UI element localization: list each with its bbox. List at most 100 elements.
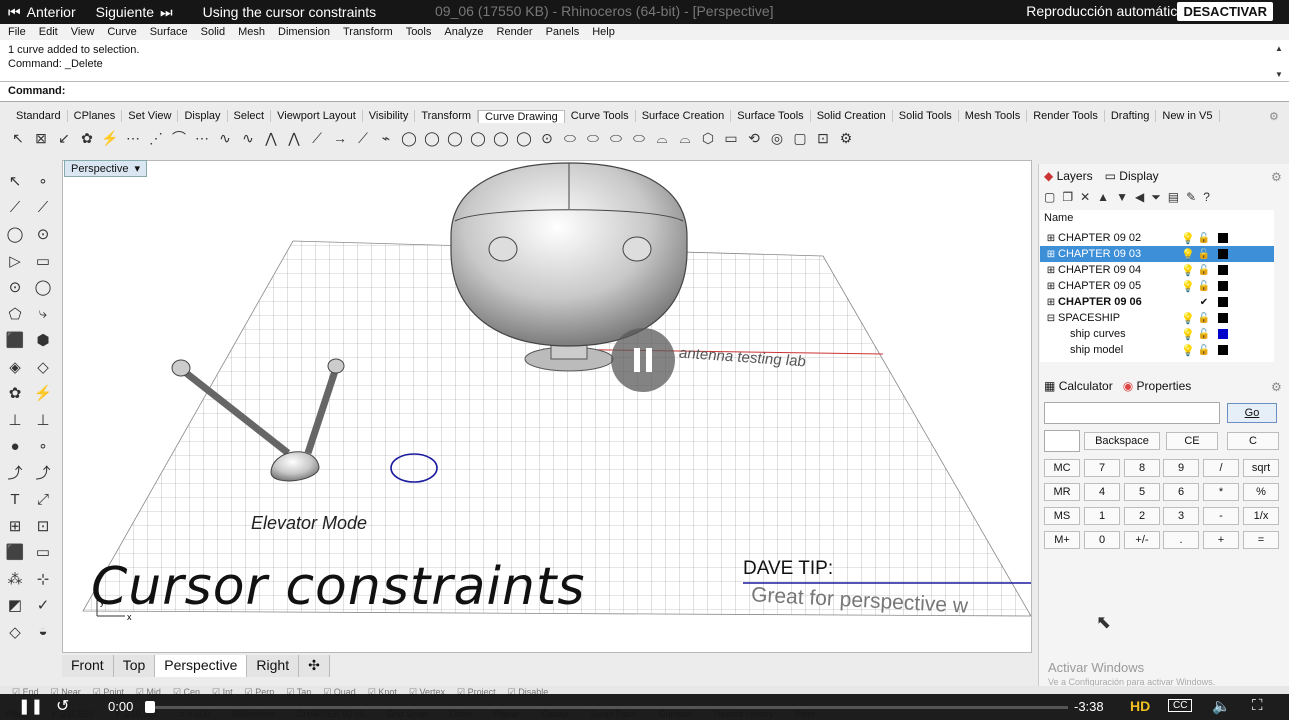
curve-tool-icon-32[interactable]: ⟲ (744, 128, 764, 148)
curve-tool-icon-31[interactable]: ▭ (721, 128, 741, 148)
tab-surface-tools[interactable]: Surface Tools (731, 110, 811, 122)
calc-key-9[interactable]: 9 (1163, 459, 1199, 477)
left-tool-icon-3[interactable]: ⟋ (33, 198, 53, 218)
menu-item-transform[interactable]: Transform (343, 26, 393, 38)
lock-icon[interactable]: 🔓 (1196, 281, 1212, 292)
curve-tool-icon-35[interactable]: ⊡ (813, 128, 833, 148)
calc-key-6[interactable]: 6 (1163, 483, 1199, 501)
left-tool-icon-17[interactable]: ⚡ (33, 383, 53, 403)
curve-tool-icon-24[interactable]: ⬭ (560, 128, 580, 148)
move-down-icon[interactable]: ▼ (1116, 190, 1128, 204)
curve-tool-icon-30[interactable]: ⬡ (698, 128, 718, 148)
expand-icon[interactable]: ⊞ (1044, 233, 1058, 244)
tab-solid-creation[interactable]: Solid Creation (811, 110, 893, 122)
tab-set-view[interactable]: Set View (122, 110, 179, 122)
tab-curve-drawing[interactable]: Curve Drawing (478, 109, 565, 123)
curve-tool-icon-21[interactable]: ◯ (491, 128, 511, 148)
tab-transform[interactable]: Transform (415, 110, 479, 122)
curve-tool-icon-20[interactable]: ◯ (468, 128, 488, 148)
left-tool-icon-10[interactable]: ⬠ (5, 304, 25, 324)
tab-solid-tools[interactable]: Solid Tools (893, 110, 959, 122)
tab-cplanes[interactable]: CPlanes (68, 110, 123, 122)
curve-tool-icon-3[interactable]: ✿ (77, 128, 97, 148)
curve-tool-icon-28[interactable]: ⌓ (652, 128, 672, 148)
expand-icon[interactable]: ⊞ (1044, 281, 1058, 292)
pause-button-icon[interactable]: ❚❚ (18, 697, 43, 715)
filter-icon[interactable]: ⏷ (1151, 190, 1161, 205)
calc-key-1x[interactable]: 1/x (1243, 507, 1279, 525)
tab-surface-creation[interactable]: Surface Creation (636, 110, 732, 122)
calculator-display[interactable] (1044, 402, 1220, 424)
left-tool-icon-2[interactable]: ⟋ (5, 198, 25, 218)
tools-icon[interactable]: ✎ (1186, 190, 1196, 204)
layer-row[interactable]: ⊟ SPACESHIP 💡 🔓 (1040, 310, 1274, 326)
layer-row[interactable]: ship curves 💡 🔓 (1040, 326, 1274, 342)
curve-tool-icon-0[interactable]: ↖ (8, 128, 28, 148)
move-up-icon[interactable]: ▲ (1097, 190, 1109, 204)
curve-tool-icon-23[interactable]: ⊙ (537, 128, 557, 148)
viewport-tab-front[interactable]: Front (62, 655, 114, 677)
tab-select[interactable]: Select (228, 110, 272, 122)
visible-bulb-icon[interactable]: 💡 (1180, 328, 1196, 341)
left-tool-icon-20[interactable]: ● (5, 436, 25, 456)
left-tool-icon-29[interactable]: ▭ (33, 542, 53, 562)
curve-tool-icon-14[interactable]: → (330, 128, 350, 148)
lock-icon[interactable]: 🔓 (1196, 265, 1212, 276)
lock-icon[interactable]: 🔓 (1196, 329, 1212, 340)
viewport-tab-perspective[interactable]: Perspective (155, 655, 248, 677)
lock-icon[interactable]: 🔓 (1196, 313, 1212, 324)
layer-color-swatch[interactable] (1218, 329, 1228, 339)
calc-key-[interactable]: +/- (1124, 531, 1160, 549)
layer-row[interactable]: ⊞ CHAPTER 09 06 ✔ (1040, 294, 1274, 310)
lock-icon[interactable]: ✔ (1196, 297, 1212, 308)
curve-tool-icon-2[interactable]: ↙ (54, 128, 74, 148)
layer-row[interactable]: ⊞ CHAPTER 09 03 💡 🔓 (1040, 246, 1274, 262)
curve-tool-icon-1[interactable]: ⊠ (31, 128, 51, 148)
curve-tool-icon-5[interactable]: ⋯ (123, 128, 143, 148)
calc-key-5[interactable]: 5 (1124, 483, 1160, 501)
visible-bulb-icon[interactable]: 💡 (1180, 232, 1196, 245)
expand-icon[interactable]: ⊟ (1044, 313, 1058, 324)
menu-item-panels[interactable]: Panels (546, 26, 580, 38)
left-tool-icon-32[interactable]: ◩ (5, 595, 25, 615)
panel-settings-gear-icon[interactable]: ⚙ (1271, 170, 1282, 184)
calc-key-[interactable]: . (1163, 531, 1199, 549)
expand-icon[interactable]: ⊞ (1044, 249, 1058, 260)
curve-tool-icon-8[interactable]: ⋯ (192, 128, 212, 148)
layer-color-swatch[interactable] (1218, 345, 1228, 355)
layer-color-swatch[interactable] (1218, 313, 1228, 323)
left-tool-icon-33[interactable]: ✓ (33, 595, 53, 615)
perspective-viewport[interactable]: x y antenna testing lab Elevator Mode Cu… (62, 160, 1032, 653)
layer-row[interactable]: ship model 💡 🔓 (1040, 342, 1274, 358)
pause-overlay-button[interactable] (611, 328, 675, 392)
curve-tool-icon-22[interactable]: ◯ (514, 128, 534, 148)
fullscreen-icon[interactable]: ⛶ (1252, 697, 1263, 714)
calc-key-[interactable]: - (1203, 507, 1239, 525)
clear-entry-button[interactable]: CE (1166, 432, 1218, 450)
curve-tool-icon-7[interactable]: ⌒ (169, 128, 189, 148)
menu-item-view[interactable]: View (71, 26, 95, 38)
menu-item-tools[interactable]: Tools (406, 26, 432, 38)
layer-color-swatch[interactable] (1218, 249, 1228, 259)
tab-curve-tools[interactable]: Curve Tools (565, 110, 636, 122)
curve-tool-icon-27[interactable]: ⬭ (629, 128, 649, 148)
curve-tool-icon-25[interactable]: ⬭ (583, 128, 603, 148)
curve-tool-icon-13[interactable]: ⟋ (307, 128, 327, 148)
visible-bulb-icon[interactable]: 💡 (1180, 280, 1196, 293)
move-parent-icon[interactable]: ◀ (1135, 190, 1144, 204)
calc-key-[interactable]: % (1243, 483, 1279, 501)
curve-tool-icon-36[interactable]: ⚙ (836, 128, 856, 148)
progress-thumb[interactable] (145, 701, 155, 713)
rewind-10-icon[interactable]: ↺ (56, 696, 69, 716)
progress-track[interactable] (148, 706, 1068, 709)
new-layer-icon[interactable]: ▢ (1044, 190, 1055, 204)
calc-key-MR[interactable]: MR (1044, 483, 1080, 501)
curve-tool-icon-26[interactable]: ⬭ (606, 128, 626, 148)
calculator-go-button[interactable]: Go (1227, 403, 1277, 423)
command-input[interactable]: Command: (0, 82, 1289, 102)
visible-bulb-icon[interactable]: 💡 (1180, 344, 1196, 357)
menu-item-file[interactable]: File (8, 26, 26, 38)
layer-states-icon[interactable]: ▤ (1168, 190, 1179, 204)
calc-key-M[interactable]: M+ (1044, 531, 1080, 549)
curve-tool-icon-18[interactable]: ◯ (422, 128, 442, 148)
